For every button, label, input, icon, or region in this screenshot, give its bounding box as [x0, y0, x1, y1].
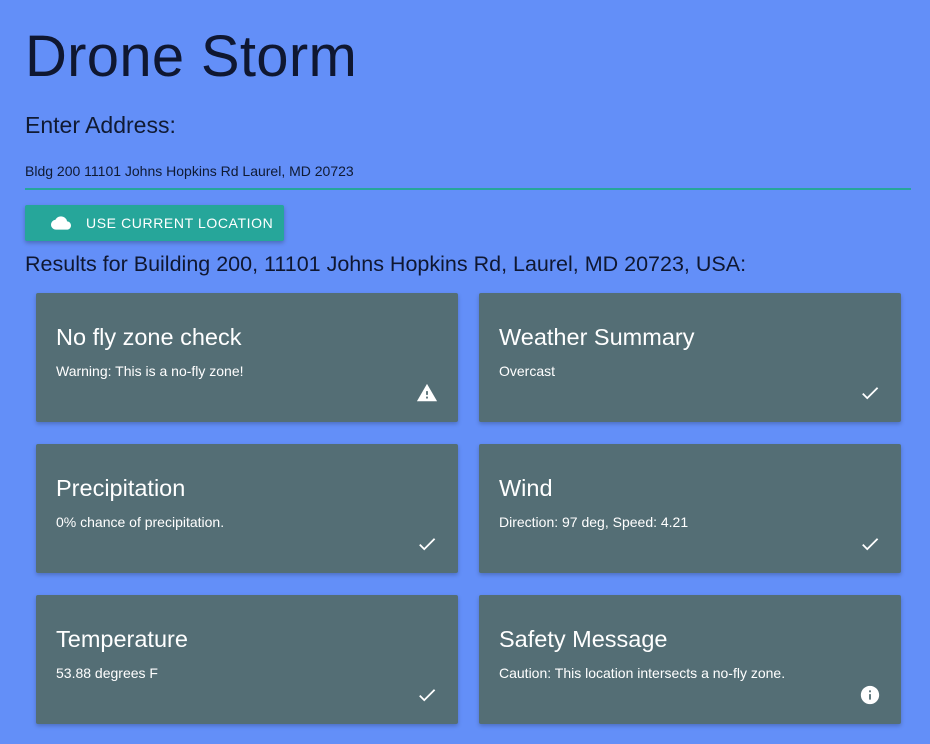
check-icon [859, 533, 881, 555]
address-input[interactable] [25, 154, 911, 190]
card-body: Caution: This location intersects a no-f… [499, 665, 786, 681]
check-icon [416, 533, 438, 555]
wind-card: Wind Direction: 97 deg, Speed: 4.21 [479, 444, 901, 573]
warning-icon [416, 382, 438, 404]
card-title: Temperature [56, 626, 188, 652]
card-body: 53.88 degrees F [56, 665, 158, 681]
card-title: Safety Message [499, 626, 668, 652]
card-body: Overcast [499, 363, 556, 379]
card-title: No fly zone check [56, 324, 242, 350]
no-fly-zone-card: No fly zone check Warning: This is a no-… [36, 293, 458, 422]
temperature-card: Temperature 53.88 degrees F [36, 595, 458, 724]
card-title: Precipitation [56, 475, 186, 501]
card-body: 0% chance of precipitation. [56, 514, 225, 530]
check-icon [416, 684, 438, 706]
check-icon [859, 382, 881, 404]
use-current-location-button[interactable]: USE CURRENT LOCATION [25, 205, 284, 241]
use-current-location-label: USE CURRENT LOCATION [86, 215, 274, 231]
address-label: Enter Address: [25, 112, 176, 138]
results-heading: Results for Building 200, 11101 Johns Ho… [25, 252, 747, 276]
card-title: Weather Summary [499, 324, 695, 350]
app-title: Drone Storm [25, 24, 358, 89]
card-body: Warning: This is a no-fly zone! [56, 363, 244, 379]
precipitation-card: Precipitation 0% chance of precipitation… [36, 444, 458, 573]
cloud-icon [51, 216, 71, 230]
safety-message-card: Safety Message Caution: This location in… [479, 595, 901, 724]
weather-summary-card: Weather Summary Overcast [479, 293, 901, 422]
info-icon [859, 684, 881, 706]
card-body: Direction: 97 deg, Speed: 4.21 [499, 514, 689, 530]
card-title: Wind [499, 475, 553, 501]
